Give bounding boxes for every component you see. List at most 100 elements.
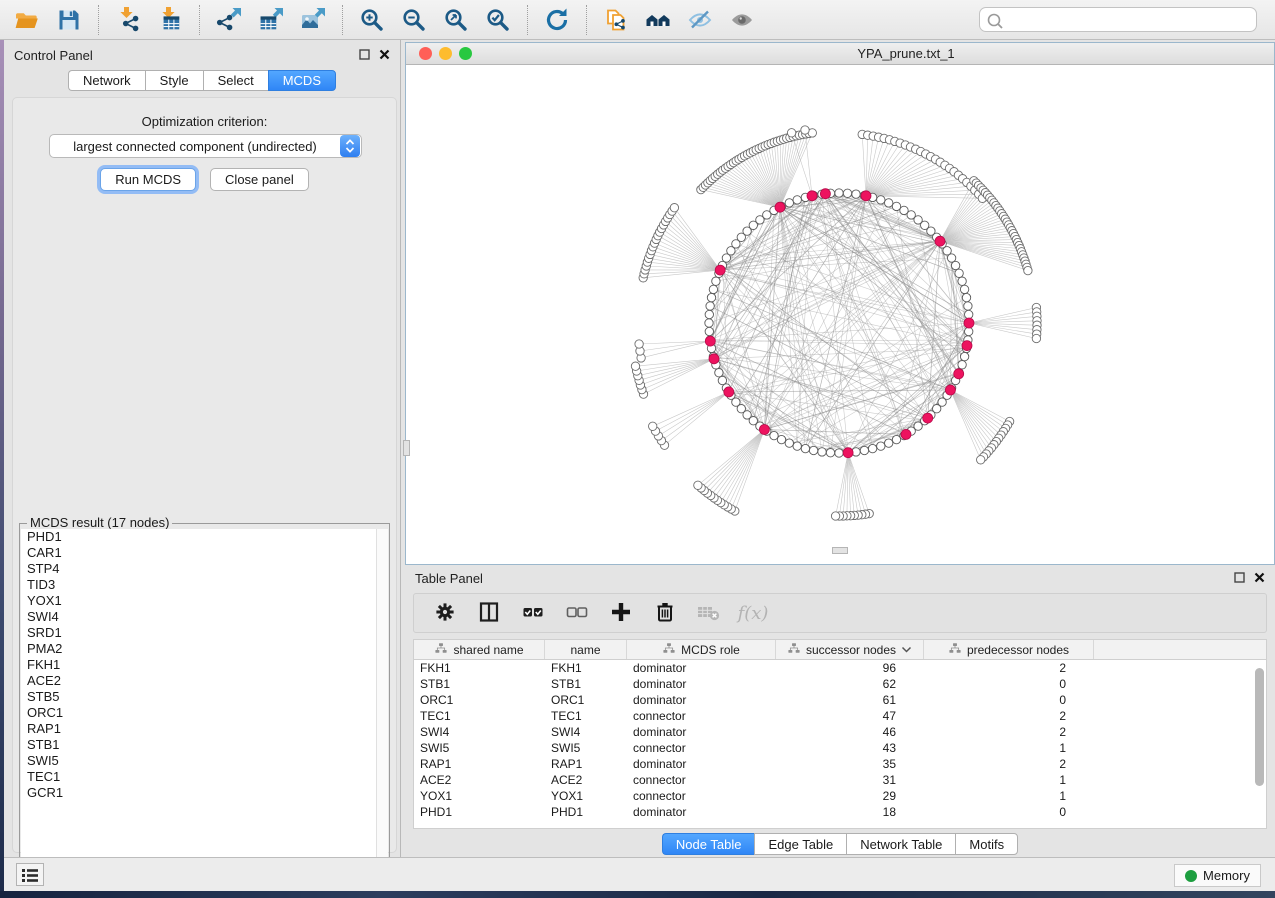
control-panel: Control Panel NetworkStyleSelectMCDS Opt… (4, 40, 401, 857)
trash-icon (652, 599, 678, 628)
mcds-result-item[interactable]: RAP1 (21, 721, 378, 737)
mcds-result-item[interactable]: SWI5 (21, 753, 378, 769)
toolbar-separator (199, 5, 200, 35)
table-row[interactable]: TEC1TEC1connector472 (414, 708, 1266, 724)
open-button[interactable] (6, 3, 48, 37)
export-network-icon (216, 7, 242, 33)
table-row[interactable]: YOX1YOX1connector291 (414, 788, 1266, 804)
mcds-result-item[interactable]: ACE2 (21, 673, 378, 689)
close-panel-button[interactable]: Close panel (210, 168, 309, 191)
first-neighbors-button[interactable] (637, 3, 679, 37)
maximize-window-button[interactable] (459, 47, 472, 60)
trash-button[interactable] (650, 598, 680, 628)
mcds-result-item[interactable]: STP4 (21, 561, 378, 577)
table-row[interactable]: PHD1PHD1dominator180 (414, 804, 1266, 820)
close-panel-icon[interactable] (379, 48, 390, 63)
table-row[interactable]: ACE2ACE2connector311 (414, 772, 1266, 788)
column-header-shared-name[interactable]: shared name (414, 640, 545, 659)
save-button[interactable] (48, 3, 90, 37)
close-table-panel-icon[interactable] (1254, 571, 1265, 586)
column-header-name[interactable]: name (545, 640, 627, 659)
network-window-titlebar[interactable]: YPA_prune.txt_1 (406, 43, 1274, 65)
cell-MCDS-role: connector (627, 789, 776, 803)
close-window-button[interactable] (419, 47, 432, 60)
cell-shared-name: YOX1 (414, 789, 545, 803)
task-history-button[interactable] (16, 863, 44, 886)
mcds-result-group: MCDS result (17 nodes) PHD1CAR1STP4TID3Y… (19, 523, 390, 889)
tab-select[interactable]: Select (203, 70, 268, 91)
table-row[interactable]: ORC1ORC1dominator610 (414, 692, 1266, 708)
mcds-result-item[interactable]: TEC1 (21, 769, 378, 785)
deselect-all-button[interactable] (562, 598, 592, 628)
zoom-selected-button[interactable] (477, 3, 519, 37)
tab-network[interactable]: Network (68, 70, 145, 91)
search-input[interactable] (979, 7, 1257, 32)
cell-predecessor-nodes: 2 (924, 757, 1094, 771)
mcds-result-item[interactable]: ORC1 (21, 705, 378, 721)
add-button[interactable] (606, 598, 636, 628)
select-all-button[interactable] (518, 598, 548, 628)
table-toolbar: f(x) (413, 593, 1267, 633)
table-row[interactable]: STB1STB1dominator620 (414, 676, 1266, 692)
float-table-panel-icon[interactable] (1234, 571, 1245, 586)
zoom-fit-icon (443, 7, 469, 33)
network-graph[interactable] (406, 65, 1274, 564)
tab-motifs[interactable]: Motifs (955, 833, 1018, 855)
mcds-result-item[interactable]: YOX1 (21, 593, 378, 609)
gear-button[interactable] (430, 598, 460, 628)
show-all-button[interactable] (721, 3, 763, 37)
tab-mcds[interactable]: MCDS (268, 70, 336, 91)
mcds-result-item[interactable]: STB1 (21, 737, 378, 753)
tab-node-table[interactable]: Node Table (662, 833, 755, 855)
deselect-all-icon (564, 599, 590, 628)
mcds-result-scrollbar[interactable] (376, 529, 388, 883)
mcds-result-item[interactable]: CAR1 (21, 545, 378, 561)
vertical-split-handle[interactable] (403, 440, 410, 456)
table-row[interactable]: RAP1RAP1dominator352 (414, 756, 1266, 772)
column-header-predecessor-nodes[interactable]: predecessor nodes (924, 640, 1094, 659)
refresh-button[interactable] (536, 3, 578, 37)
mcds-result-item[interactable]: FKH1 (21, 657, 378, 673)
cell-shared-name: SWI4 (414, 725, 545, 739)
table-row[interactable]: FKH1FKH1dominator962 (414, 660, 1266, 676)
export-network-button[interactable] (208, 3, 250, 37)
mcds-result-item[interactable]: STB5 (21, 689, 378, 705)
memory-button[interactable]: Memory (1174, 864, 1261, 887)
mcds-result-item[interactable]: PMA2 (21, 641, 378, 657)
network-canvas[interactable] (406, 65, 1274, 564)
column-header-successor-nodes[interactable]: successor nodes (776, 640, 924, 659)
cell-name: SWI4 (545, 725, 627, 739)
horizontal-split-handle[interactable] (832, 547, 848, 554)
cell-MCDS-role: dominator (627, 661, 776, 675)
mcds-result-item[interactable]: PHD1 (21, 529, 378, 545)
split-columns-button[interactable] (474, 598, 504, 628)
import-network-button[interactable] (107, 3, 149, 37)
hide-selected-button[interactable] (679, 3, 721, 37)
table-scrollbar[interactable] (1255, 664, 1264, 824)
import-table-button[interactable] (149, 3, 191, 37)
column-header-MCDS-role[interactable]: MCDS role (627, 640, 776, 659)
mcds-result-list[interactable]: PHD1CAR1STP4TID3YOX1SWI4SRD1PMA2FKH1ACE2… (21, 529, 378, 883)
mcds-result-item[interactable]: TID3 (21, 577, 378, 593)
zoom-in-button[interactable] (351, 3, 393, 37)
tab-style[interactable]: Style (145, 70, 203, 91)
mcds-result-item[interactable]: SRD1 (21, 625, 378, 641)
table-row[interactable]: SWI5SWI5connector431 (414, 740, 1266, 756)
zoom-out-button[interactable] (393, 3, 435, 37)
tab-network-table[interactable]: Network Table (846, 833, 955, 855)
export-table-button[interactable] (250, 3, 292, 37)
mcds-result-item[interactable]: GCR1 (21, 785, 378, 801)
cell-name: RAP1 (545, 757, 627, 771)
run-mcds-button[interactable]: Run MCDS (100, 168, 196, 191)
zoom-fit-button[interactable] (435, 3, 477, 37)
float-panel-icon[interactable] (359, 48, 370, 63)
mcds-result-item[interactable]: SWI4 (21, 609, 378, 625)
export-image-button[interactable] (292, 3, 334, 37)
table-row[interactable]: SWI4SWI4dominator462 (414, 724, 1266, 740)
function-icon: f(x) (738, 603, 769, 624)
criterion-dropdown[interactable]: largest connected component (undirected) (49, 134, 362, 158)
cell-shared-name: ORC1 (414, 693, 545, 707)
tab-edge-table[interactable]: Edge Table (754, 833, 846, 855)
minimize-window-button[interactable] (439, 47, 452, 60)
network-from-selection-button[interactable] (595, 3, 637, 37)
